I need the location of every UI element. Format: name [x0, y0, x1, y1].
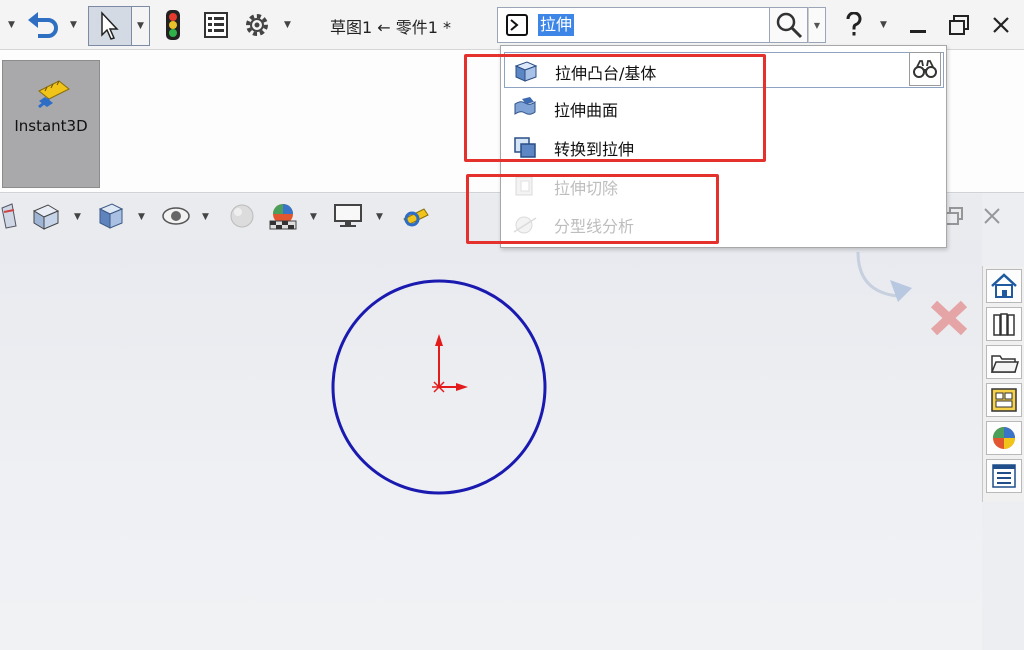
search-input-value[interactable]: 拉伸	[538, 14, 575, 36]
chevron-down-icon: ▼	[137, 21, 144, 31]
find-command-button[interactable]	[909, 52, 941, 86]
instant3d-icon	[38, 80, 70, 109]
file-properties-button[interactable]	[200, 8, 232, 42]
tab-view-palette[interactable]	[986, 383, 1022, 417]
apply-scene-icon[interactable]	[266, 201, 300, 231]
view-palette-icon	[991, 388, 1017, 412]
instant3d-view-icon[interactable]	[398, 201, 430, 231]
chevron-down-icon[interactable]: ▼	[202, 212, 209, 222]
undo-button[interactable]	[24, 8, 64, 42]
chevron-down-icon[interactable]: ▼	[880, 20, 887, 30]
display-style-icon[interactable]	[96, 201, 126, 231]
tab-custom-properties[interactable]	[986, 459, 1022, 493]
chevron-down-icon[interactable]: ▼	[138, 212, 145, 222]
search-magnifier-icon	[776, 12, 802, 39]
file-explorer-icon	[990, 355, 1019, 373]
chevron-down-icon[interactable]: ▼	[376, 212, 383, 222]
search-button[interactable]	[770, 7, 808, 43]
hide-show-items-icon[interactable]	[160, 202, 192, 230]
tab-design-library[interactable]	[986, 307, 1022, 341]
minimize-button[interactable]	[904, 10, 932, 40]
confirmation-corner[interactable]	[856, 251, 912, 302]
annotation-highlight-box	[464, 54, 766, 162]
chevron-down-icon[interactable]: ▼	[70, 20, 77, 30]
options-button[interactable]	[240, 8, 274, 42]
annotation-highlight-box	[466, 174, 719, 244]
restore-icon	[949, 15, 969, 35]
window-title: 草图1 ← 零件1 *	[330, 18, 452, 37]
minimize-icon	[910, 30, 926, 33]
close-icon[interactable]	[982, 206, 1002, 226]
design-library-icon	[993, 313, 1015, 336]
sketch-canvas	[331, 251, 968, 495]
section-view-icon[interactable]	[30, 201, 62, 231]
home-icon	[991, 273, 1017, 298]
edit-appearance-icon[interactable]	[226, 201, 258, 231]
title-toolbar: ▼ ▼ ▼ ▼ 草图1 ← 零件1 * 拉伸 ▼ ▼	[0, 0, 1024, 50]
chevron-down-icon[interactable]: ▼	[74, 212, 81, 222]
command-prompt-icon	[506, 14, 528, 36]
options-gear-icon	[246, 14, 268, 36]
binoculars-icon	[913, 60, 937, 78]
graphics-area[interactable]	[0, 240, 982, 650]
view-settings-icon[interactable]	[332, 202, 364, 230]
instant3d-label: Instant3D	[14, 117, 88, 135]
close-icon	[993, 17, 1009, 33]
select-button[interactable]	[88, 6, 132, 46]
custom-properties-icon	[992, 464, 1016, 488]
undo-icon	[28, 12, 58, 38]
chevron-down-icon: ▼	[813, 20, 821, 30]
file-properties-icon	[204, 12, 228, 38]
chevron-down-icon[interactable]: ▼	[284, 20, 291, 30]
sketch-origin-icon	[432, 334, 468, 393]
task-pane	[982, 266, 1024, 502]
close-window-button[interactable]	[986, 10, 1016, 40]
tab-appearances[interactable]	[986, 421, 1022, 455]
select-cursor-icon	[101, 11, 119, 40]
restore-icon[interactable]	[944, 206, 964, 226]
tab-solidworks-resources[interactable]	[986, 269, 1022, 303]
search-options-dropdown[interactable]: ▼	[808, 7, 826, 43]
rebuild-button[interactable]	[160, 8, 186, 42]
traffic-light-icon	[166, 10, 180, 40]
instant3d-button[interactable]: Instant3D	[2, 60, 100, 188]
cancel-icon[interactable]	[930, 300, 968, 336]
select-dropdown[interactable]: ▼	[132, 6, 150, 46]
appearances-icon	[993, 427, 1015, 449]
help-button[interactable]	[840, 8, 868, 42]
restore-button[interactable]	[944, 10, 974, 40]
help-icon	[846, 12, 862, 36]
command-search-field[interactable]: 拉伸	[497, 7, 770, 43]
view-orientation-icon[interactable]	[0, 202, 18, 230]
heads-up-view-toolbar: ▼ ▼ ▼ ▼ ▼	[0, 196, 440, 238]
chevron-down-icon[interactable]: ▼	[310, 212, 317, 222]
chevron-down-icon[interactable]: ▼	[8, 20, 15, 30]
tab-file-explorer[interactable]	[986, 345, 1022, 379]
